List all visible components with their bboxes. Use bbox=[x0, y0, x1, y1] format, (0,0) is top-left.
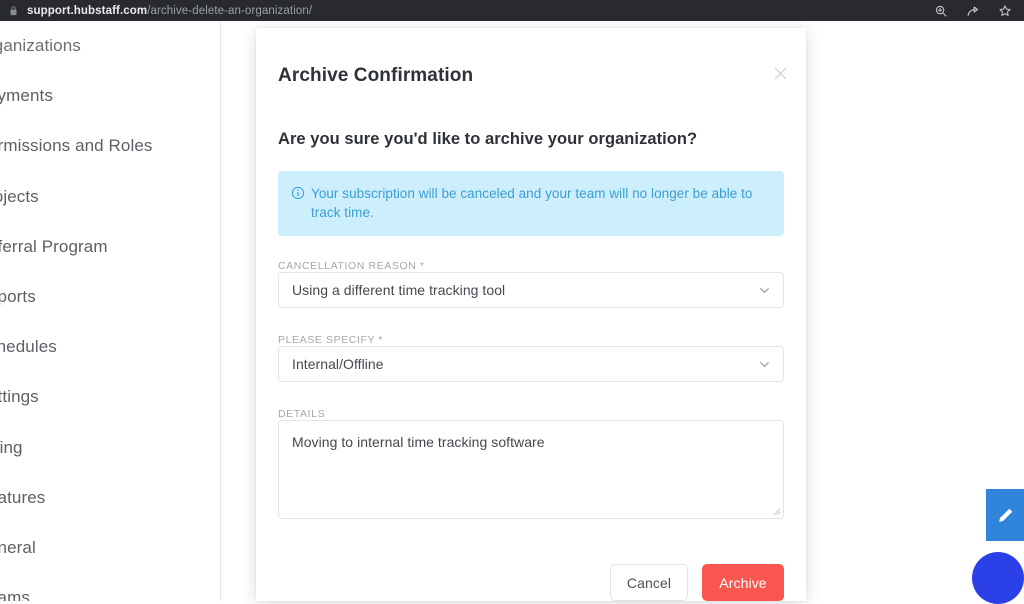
sidebar-item-schedules[interactable]: chedules bbox=[0, 322, 220, 372]
sidebar-item-label: ermissions and Roles bbox=[0, 136, 153, 156]
chevron-down-icon bbox=[758, 284, 771, 297]
star-icon[interactable] bbox=[998, 4, 1012, 18]
please-specify-label: PLEASE SPECIFY * bbox=[278, 334, 383, 346]
pencil-edit-icon bbox=[996, 506, 1015, 525]
alert-message: Your subscription will be canceled and y… bbox=[311, 184, 770, 222]
sidebar-item-general[interactable]: eneral bbox=[0, 523, 220, 573]
subscription-warning-alert: Your subscription will be canceled and y… bbox=[278, 171, 784, 236]
sidebar-item-label: illing bbox=[0, 438, 23, 458]
modal-title: Archive Confirmation bbox=[278, 65, 473, 87]
close-icon bbox=[773, 66, 788, 81]
sidebar-item-referral-program[interactable]: eferral Program bbox=[0, 222, 220, 272]
details-textarea[interactable]: Moving to internal time tracking softwar… bbox=[278, 420, 784, 519]
close-modal-button[interactable] bbox=[768, 61, 792, 85]
url-text[interactable]: support.hubstaff.com/archive-delete-an-o… bbox=[27, 5, 312, 17]
sidebar-item-teams[interactable]: eams bbox=[0, 573, 220, 601]
url-path: /archive-delete-an-organization/ bbox=[147, 5, 312, 17]
share-icon[interactable] bbox=[966, 4, 980, 18]
sidebar-item-payments[interactable]: ayments bbox=[0, 71, 220, 121]
sidebar-item-label: rganizations bbox=[0, 36, 81, 56]
sidebar-item-label: ayments bbox=[0, 86, 53, 106]
feedback-edit-widget[interactable] bbox=[986, 489, 1024, 541]
sidebar-item-features[interactable]: eatures bbox=[0, 473, 220, 523]
cancellation-reason-select[interactable]: Using a different time tracking tool bbox=[278, 272, 784, 308]
please-specify-value: Internal/Offline bbox=[292, 356, 758, 372]
sidebar-item-permissions-and-roles[interactable]: ermissions and Roles bbox=[0, 121, 220, 171]
chevron-down-icon bbox=[758, 358, 771, 371]
sidebar-item-projects[interactable]: rojects bbox=[0, 172, 220, 222]
sidebar-item-label: rojects bbox=[0, 187, 39, 207]
sidebar-item-label: eneral bbox=[0, 538, 36, 558]
sidebar-item-settings[interactable]: ettings bbox=[0, 372, 220, 422]
url-host: support.hubstaff.com bbox=[27, 5, 147, 17]
browser-address-bar: support.hubstaff.com/archive-delete-an-o… bbox=[0, 0, 1024, 21]
modal-action-buttons: Cancel Archive bbox=[610, 564, 784, 601]
info-circle-icon bbox=[291, 186, 305, 200]
cancellation-reason-label: CANCELLATION REASON * bbox=[278, 260, 425, 272]
archive-button[interactable]: Archive bbox=[702, 564, 784, 601]
page-content: rganizations ayments ermissions and Role… bbox=[0, 21, 1024, 601]
resize-handle-icon[interactable] bbox=[772, 507, 781, 516]
sidebar-navigation: rganizations ayments ermissions and Role… bbox=[0, 21, 221, 601]
browser-toolbar-actions bbox=[934, 4, 1016, 18]
sidebar-item-label: ettings bbox=[0, 387, 39, 407]
confirmation-question: Are you sure you'd like to archive your … bbox=[278, 130, 697, 149]
archive-confirmation-modal: Archive Confirmation Are you sure you'd … bbox=[256, 28, 806, 601]
details-label: DETAILS bbox=[278, 408, 325, 420]
search-zoom-icon[interactable] bbox=[934, 4, 948, 18]
cancellation-reason-value: Using a different time tracking tool bbox=[292, 282, 758, 298]
lock-icon bbox=[8, 5, 19, 17]
sidebar-item-label: eatures bbox=[0, 488, 45, 508]
sidebar-item-label: eams bbox=[0, 588, 30, 601]
chat-widget-button[interactable] bbox=[972, 552, 1024, 604]
please-specify-select[interactable]: Internal/Offline bbox=[278, 346, 784, 382]
sidebar-item-label: chedules bbox=[0, 337, 57, 357]
sidebar-item-organizations[interactable]: rganizations bbox=[0, 21, 220, 71]
sidebar-item-label: eferral Program bbox=[0, 237, 108, 257]
sidebar-item-billing[interactable]: illing bbox=[0, 423, 220, 473]
details-value: Moving to internal time tracking softwar… bbox=[292, 433, 770, 452]
cancel-button[interactable]: Cancel bbox=[610, 564, 688, 601]
sidebar-item-label: eports bbox=[0, 287, 36, 307]
sidebar-item-reports[interactable]: eports bbox=[0, 272, 220, 322]
